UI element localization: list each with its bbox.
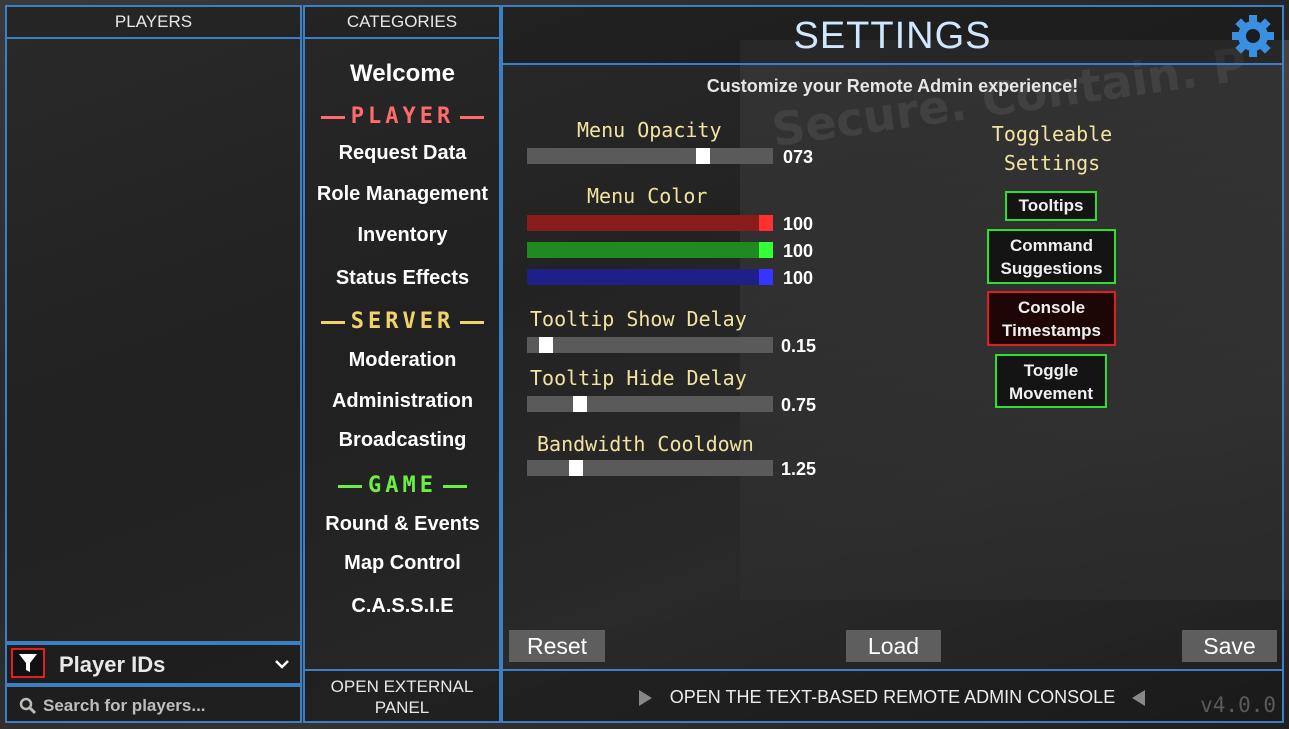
category-moderation[interactable]: Moderation bbox=[305, 349, 500, 372]
tooltip-hide-delay-label: Tooltip Hide Delay bbox=[530, 366, 747, 390]
bandwidth-cooldown-slider[interactable] bbox=[527, 460, 773, 476]
player-search-field[interactable]: Search for players... bbox=[5, 685, 302, 723]
category-cassie[interactable]: C.A.S.S.I.E bbox=[305, 595, 500, 618]
section-divider bbox=[442, 484, 467, 488]
toggle-command-suggestions[interactable]: Command Suggestions bbox=[987, 229, 1116, 284]
section-divider bbox=[320, 115, 345, 119]
category-request-data[interactable]: Request Data bbox=[305, 142, 500, 165]
section-divider bbox=[460, 115, 485, 119]
section-game-label: GAME bbox=[368, 473, 437, 498]
open-external-panel-button[interactable]: OPEN EXTERNAL PANEL bbox=[303, 669, 501, 723]
categories-header: CATEGORIES bbox=[303, 5, 501, 39]
tooltip-show-delay-label: Tooltip Show Delay bbox=[530, 307, 747, 331]
category-administration[interactable]: Administration bbox=[305, 390, 500, 413]
tooltip-show-delay-value: 0.15 bbox=[781, 336, 817, 356]
version-label: v4.0.0 bbox=[1200, 693, 1276, 717]
menu-color-label: Menu Color bbox=[587, 184, 708, 208]
menu-color-blue-slider[interactable] bbox=[527, 269, 773, 285]
category-welcome[interactable]: Welcome bbox=[305, 60, 500, 88]
menu-color-green-thumb[interactable] bbox=[759, 242, 773, 258]
settings-header: SETTINGS bbox=[501, 5, 1284, 65]
menu-color-green-slider[interactable] bbox=[527, 242, 773, 258]
player-list[interactable] bbox=[5, 37, 302, 643]
search-icon bbox=[19, 697, 37, 715]
toggleable-settings-title: Toggleable Settings bbox=[991, 122, 1113, 175]
tooltip-show-delay-thumb[interactable] bbox=[539, 337, 553, 353]
bandwidth-cooldown-thumb[interactable] bbox=[569, 460, 583, 476]
section-server: SERVER bbox=[305, 309, 500, 334]
save-button[interactable]: Save bbox=[1182, 630, 1277, 662]
menu-opacity-thumb[interactable] bbox=[696, 148, 710, 164]
category-inventory[interactable]: Inventory bbox=[305, 224, 500, 247]
bandwidth-cooldown-label: Bandwidth Cooldown bbox=[537, 432, 754, 456]
menu-color-blue-thumb[interactable] bbox=[759, 269, 773, 285]
toggle-movement[interactable]: Toggle Movement bbox=[995, 354, 1107, 408]
filter-label: Player IDs bbox=[59, 652, 166, 677]
category-round-events[interactable]: Round & Events bbox=[305, 513, 500, 536]
open-console-bar[interactable]: OPEN THE TEXT-BASED REMOTE ADMIN CONSOLE… bbox=[501, 669, 1284, 723]
section-player-label: PLAYER bbox=[350, 104, 455, 129]
menu-opacity-slider[interactable] bbox=[527, 148, 773, 164]
section-game: GAME bbox=[305, 473, 500, 498]
section-player: PLAYER bbox=[305, 104, 500, 129]
player-filter-dropdown[interactable]: Player IDs bbox=[5, 643, 302, 685]
tooltip-show-delay-slider[interactable] bbox=[527, 337, 773, 353]
settings-subtitle: Customize your Remote Admin experience! bbox=[706, 76, 1079, 96]
menu-color-green-value: 100 bbox=[783, 241, 814, 261]
search-placeholder: Search for players... bbox=[43, 696, 206, 715]
category-map-control[interactable]: Map Control bbox=[305, 552, 500, 575]
menu-opacity-value: 073 bbox=[783, 147, 814, 167]
filter-button[interactable] bbox=[11, 648, 45, 678]
play-left-icon bbox=[1132, 690, 1145, 706]
section-divider bbox=[460, 320, 485, 324]
open-console-label: OPEN THE TEXT-BASED REMOTE ADMIN CONSOLE bbox=[669, 687, 1116, 707]
tooltip-hide-delay-slider[interactable] bbox=[527, 396, 773, 412]
section-divider bbox=[320, 320, 345, 324]
gear-icon[interactable] bbox=[1230, 13, 1276, 59]
tooltip-hide-delay-value: 0.75 bbox=[781, 395, 817, 415]
filter-icon bbox=[19, 654, 37, 672]
menu-color-red-slider[interactable] bbox=[527, 215, 773, 231]
menu-color-red-value: 100 bbox=[783, 214, 814, 234]
category-broadcasting[interactable]: Broadcasting bbox=[305, 429, 500, 452]
players-header: PLAYERS bbox=[5, 5, 302, 39]
toggle-tooltips[interactable]: Tooltips bbox=[1005, 191, 1097, 221]
section-server-label: SERVER bbox=[350, 309, 455, 334]
tooltip-hide-delay-thumb[interactable] bbox=[573, 396, 587, 412]
open-external-panel-label: OPEN EXTERNAL PANEL bbox=[330, 677, 474, 717]
category-role-management[interactable]: Role Management bbox=[305, 183, 500, 206]
section-divider bbox=[338, 484, 362, 488]
load-button[interactable]: Load bbox=[846, 630, 941, 662]
menu-opacity-label: Menu Opacity bbox=[577, 118, 722, 142]
category-status-effects[interactable]: Status Effects bbox=[305, 267, 500, 290]
settings-title: SETTINGS bbox=[793, 15, 992, 57]
reset-button[interactable]: Reset bbox=[509, 630, 605, 662]
menu-color-blue-value: 100 bbox=[783, 268, 814, 288]
toggle-console-timestamps[interactable]: Console Timestamps bbox=[987, 291, 1116, 346]
bandwidth-cooldown-value: 1.25 bbox=[781, 459, 817, 479]
chevron-down-icon bbox=[275, 660, 289, 669]
menu-color-red-thumb[interactable] bbox=[759, 215, 773, 231]
